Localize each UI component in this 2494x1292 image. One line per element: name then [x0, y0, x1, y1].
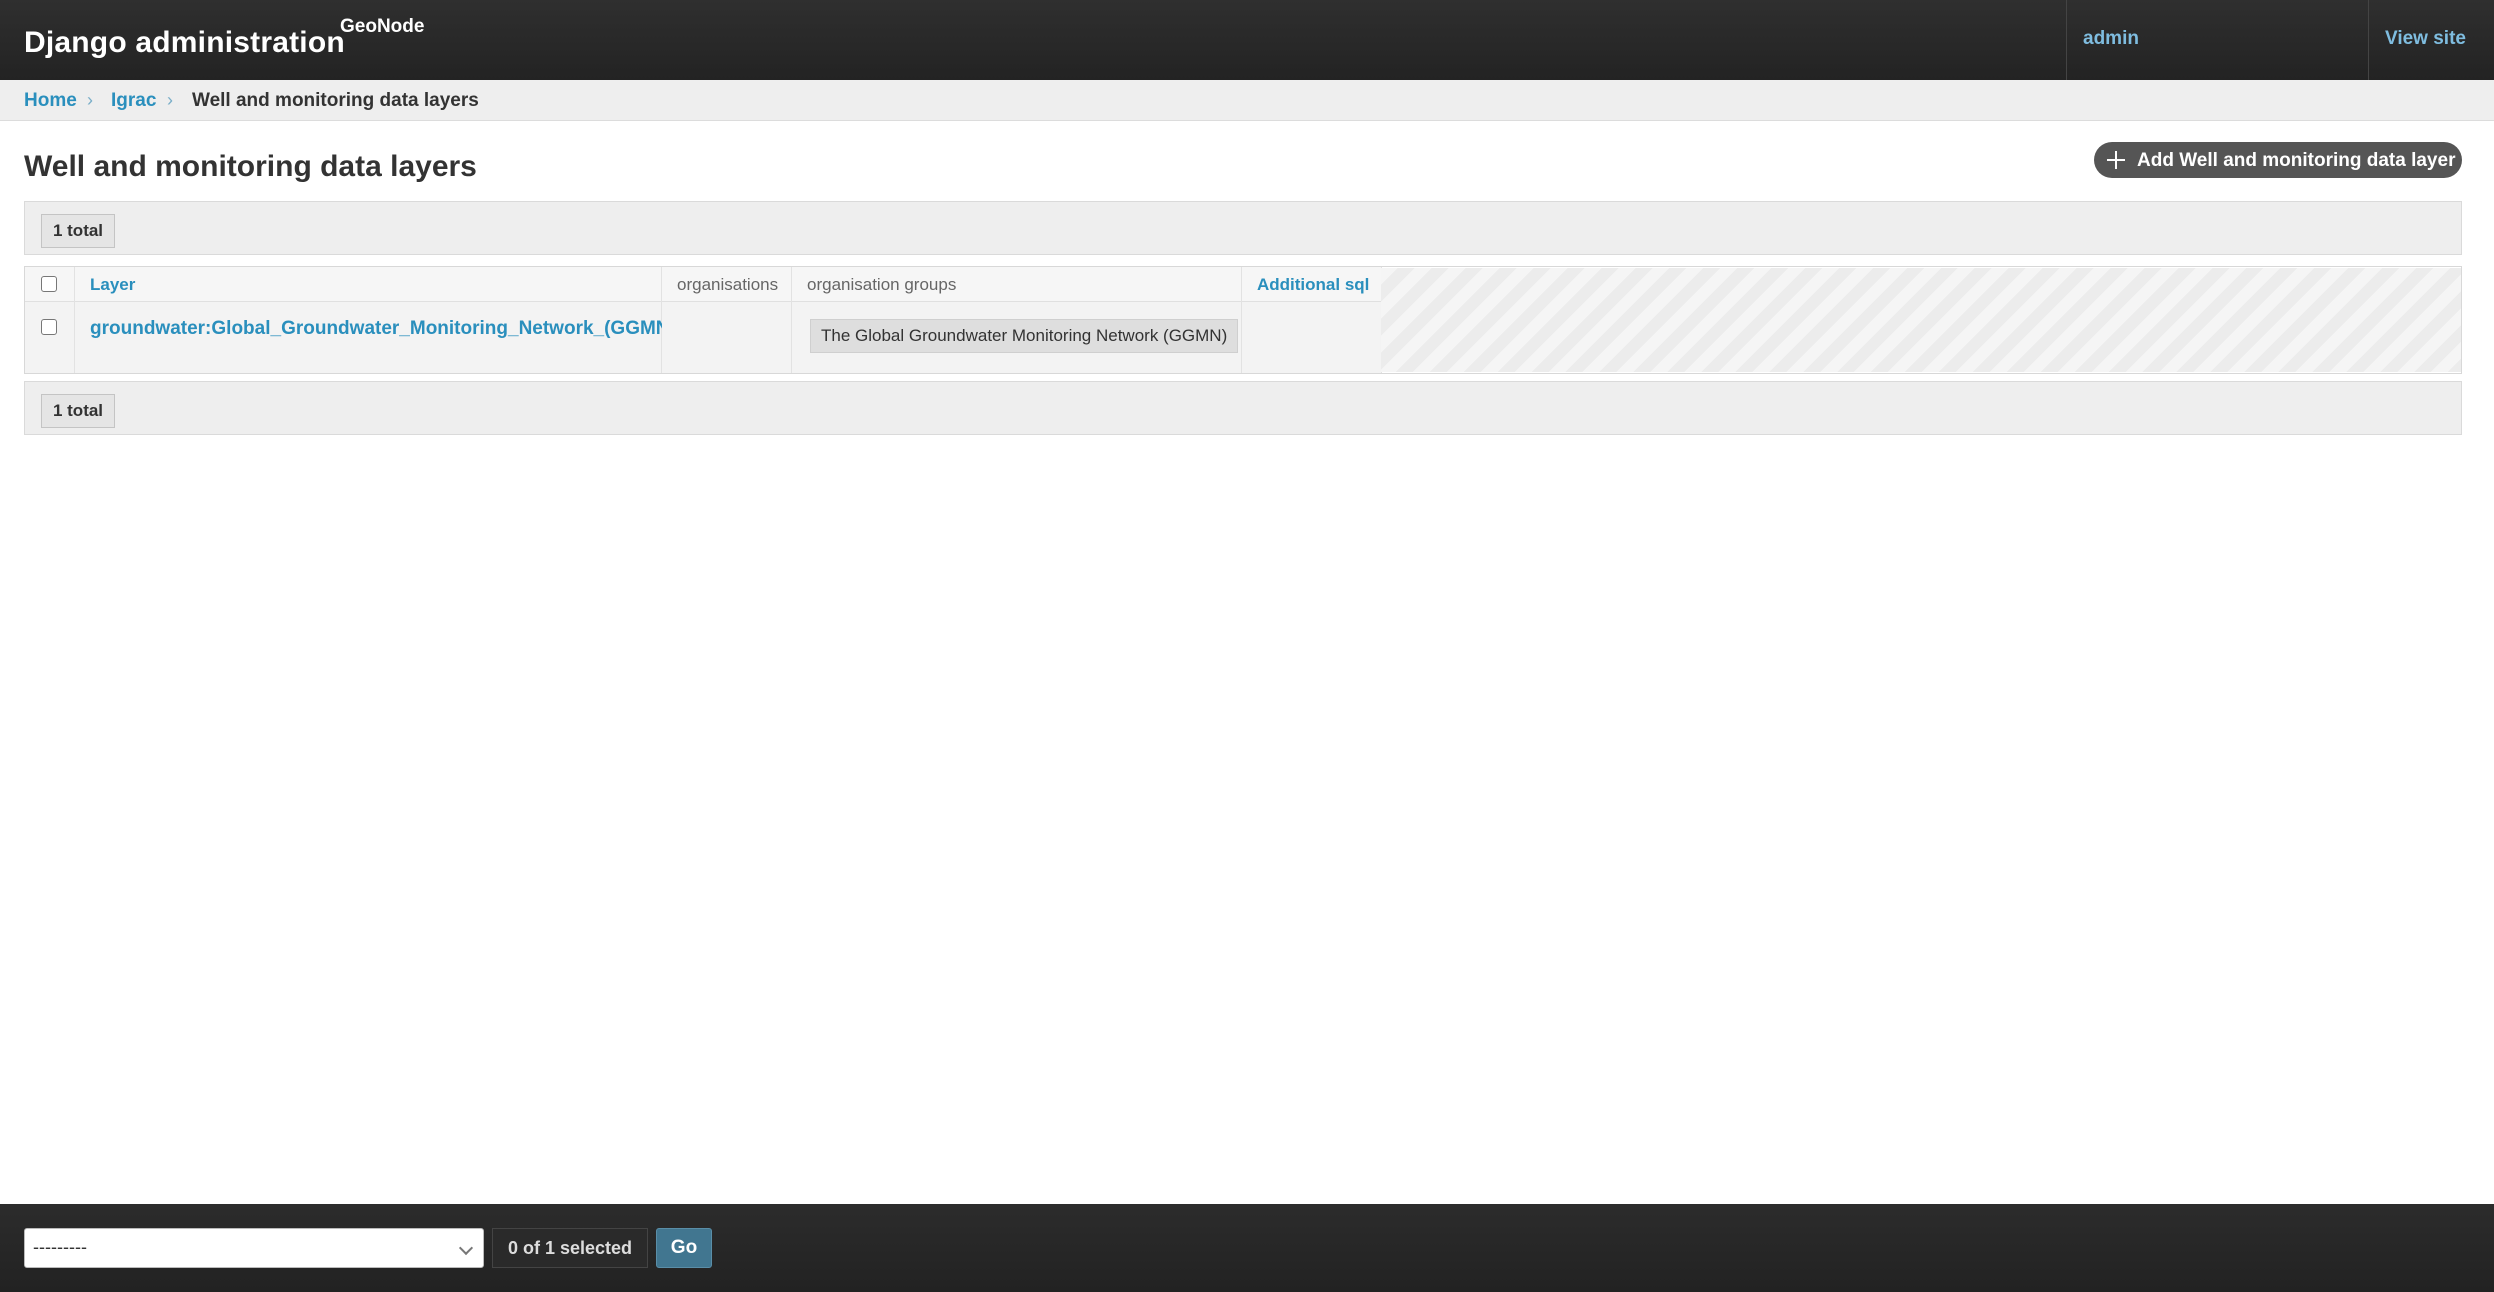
empty-table-area — [1381, 268, 2461, 372]
additional-sql-cell — [1242, 302, 1381, 373]
chevron-down-icon — [458, 1240, 474, 1256]
organisations-cell — [662, 302, 791, 373]
actions-bar: --------- 0 of 1 selected Go — [0, 1204, 2494, 1292]
total-count[interactable]: 1 total — [41, 394, 115, 428]
site-name[interactable]: Django administration — [24, 26, 345, 59]
organisations-column: organisations — [662, 267, 792, 373]
select-all-checkbox[interactable] — [41, 276, 57, 292]
action-select[interactable]: --------- — [24, 1228, 484, 1268]
paginator-top: 1 total — [24, 201, 2462, 255]
select-all-header — [25, 267, 74, 302]
paginator-bottom: 1 total — [24, 381, 2462, 435]
results-table: Layer groundwater:Global_Groundwater_Mon… — [24, 266, 2462, 374]
header-divider — [2066, 0, 2067, 80]
total-count[interactable]: 1 total — [41, 214, 115, 248]
page-title: Well and monitoring data layers — [24, 150, 477, 183]
column-header-additional-sql[interactable]: Additional sql — [1242, 267, 1381, 302]
selection-counter: 0 of 1 selected — [492, 1228, 648, 1268]
table-row: groundwater:Global_Groundwater_Monitorin… — [75, 302, 676, 373]
breadcrumb-current: Well and monitoring data layers — [192, 90, 479, 111]
checkbox-column — [25, 267, 75, 373]
add-button-label: Add Well and monitoring data layer — [2137, 150, 2456, 171]
organisation-groups-column: organisation groups The Global Groundwat… — [792, 267, 1242, 373]
column-header-layer[interactable]: Layer — [75, 267, 661, 302]
breadcrumb-home[interactable]: Home — [24, 90, 77, 112]
breadcrumb-igrac[interactable]: Igrac — [111, 90, 156, 112]
additional-sql-column: Additional sql — [1242, 267, 1382, 373]
header-divider — [2368, 0, 2369, 80]
action-select-value: --------- — [33, 1237, 87, 1257]
breadcrumb-separator: › — [167, 90, 173, 110]
organisation-groups-cell: The Global Groundwater Monitoring Networ… — [792, 302, 1241, 373]
user-link-admin[interactable]: admin — [2083, 28, 2139, 50]
row-checkbox-cell — [25, 302, 74, 373]
branding: Django administration GeoNode — [24, 16, 424, 60]
layer-link[interactable]: groundwater:Global_Groundwater_Monitorin… — [90, 318, 676, 340]
add-layer-button[interactable]: Add Well and monitoring data layer — [2094, 142, 2462, 178]
breadcrumb-separator: › — [87, 90, 93, 110]
column-header-organisations: organisations — [662, 267, 791, 302]
view-site-link[interactable]: View site — [2385, 28, 2466, 50]
admin-header: Django administration GeoNode admin View… — [0, 0, 2494, 80]
organisation-group-badge: The Global Groundwater Monitoring Networ… — [810, 319, 1239, 353]
layer-column: Layer groundwater:Global_Groundwater_Mon… — [75, 267, 676, 373]
brand-subtitle: GeoNode — [340, 16, 425, 37]
breadcrumb: Home › Igrac › Well and monitoring data … — [0, 80, 2494, 121]
go-button[interactable]: Go — [656, 1228, 712, 1268]
column-header-organisation-groups: organisation groups — [792, 267, 1241, 302]
plus-icon — [2106, 150, 2126, 170]
row-checkbox[interactable] — [41, 319, 57, 335]
